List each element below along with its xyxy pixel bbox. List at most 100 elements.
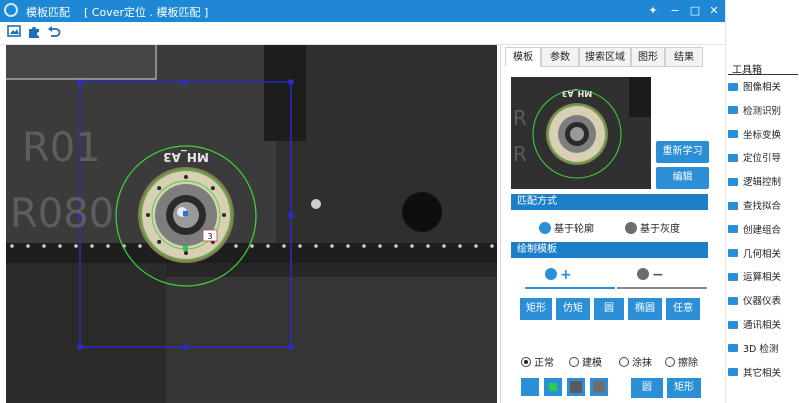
match-contour-label: 基于轮廓 [554,224,594,235]
bead [378,244,382,248]
toolbox-item[interactable]: 创建组合 [728,222,781,240]
tab-result[interactable]: 结果 [665,47,703,67]
toolbox-item[interactable]: 查找拟合 [728,198,781,216]
bead [10,244,14,248]
roi-handle[interactable] [288,212,294,218]
mode-normal-label: 正常 [534,358,554,369]
mode-erase-radio[interactable]: 擦除 [665,354,698,369]
bead [58,244,62,248]
toolbox-item-label: 查找拟合 [743,201,782,212]
mode-paint-radio[interactable]: 涂抹 [619,354,652,369]
toolbox-item[interactable]: 几何相关 [728,246,781,264]
bolt-dot [184,251,188,255]
roi-handle[interactable] [182,344,188,350]
shape-affine-rect-button[interactable]: 仿矩 [556,298,590,320]
toolbar [0,22,725,45]
bolt-dot [210,186,215,191]
toolbox-category-icon [728,272,738,281]
shape-ellipse-button[interactable]: 椭圆 [628,298,662,320]
toolbox-item[interactable]: 坐标变换 [728,127,781,145]
toolbox-item[interactable]: 其它相关 [728,365,781,383]
bolt-dot [146,213,150,217]
shape-circle-button[interactable]: 圆 [594,298,624,320]
color-swatch-dark[interactable] [567,378,585,396]
image-canvas[interactable]: R01 R080 MH_A3 3 [6,45,497,403]
thumb-part-label: MH_A3 [562,89,592,98]
toolbox-item-label: 定位引导 [743,153,782,165]
pin-icon[interactable]: ✦ [644,2,662,20]
tab-search-area[interactable]: 搜索区域 [579,47,631,67]
bead [394,244,398,248]
bead [138,244,142,248]
bead [474,244,478,248]
puzzle-icon[interactable] [26,25,42,41]
toolbox-item-label: 逻辑控制 [743,177,782,189]
bead [42,244,46,248]
toolbox-item[interactable]: 仪器仪表 [728,293,781,311]
radio-dot [619,357,629,367]
bead [26,244,30,248]
bead [346,244,350,248]
roi-handle[interactable] [182,79,188,85]
toolbox-divider [728,74,798,75]
close-icon[interactable]: ✕ [705,2,723,20]
bead [314,244,318,248]
tab-shape[interactable]: 图形 [631,47,665,67]
shape-free-button[interactable]: 任意 [666,298,700,320]
bottom-rect-button[interactable]: 矩形 [667,378,701,398]
bottom-circle-button[interactable]: 圆 [631,378,663,398]
toolbox-category-icon [728,153,738,162]
color-swatch-gray[interactable] [590,378,608,396]
color-swatch-green[interactable] [544,378,562,396]
bolt-dot [157,239,162,244]
relearn-button[interactable]: 重新学习 [656,141,709,163]
remove-region-toggle[interactable]: − [637,267,664,283]
add-underline [525,287,615,289]
maximize-icon[interactable]: □ [686,2,704,20]
match-gray-option[interactable]: 基于灰度 [625,220,680,235]
undo-icon[interactable] [46,25,62,41]
tab-params[interactable]: 参数 [541,47,579,67]
shape-rect-button[interactable]: 矩形 [520,298,552,320]
toolbox-item-label: 通讯相关 [743,320,782,331]
toolbox-item[interactable]: 3D 检测 [728,341,778,359]
svg-text:R: R [513,106,527,130]
bead [442,244,446,248]
color-swatch-blue[interactable] [521,378,539,396]
bead [106,244,110,248]
mode-paint-label: 涂抹 [632,358,652,369]
mode-model-radio[interactable]: 建模 [569,354,602,369]
bead [74,244,78,248]
minimize-icon[interactable]: − [666,2,684,20]
toolbox-item[interactable]: 运算相关 [728,269,781,287]
roi-handle[interactable] [288,344,294,350]
roi-handle[interactable] [77,344,83,350]
engraved-text-r080: R080 [10,191,114,237]
match-mode-header: 匹配方式 [511,194,708,210]
toolbox-item[interactable]: 通讯相关 [728,317,781,335]
roi-handle[interactable] [77,79,83,85]
bead [298,244,302,248]
bolt-dot [184,175,188,179]
toolbox: 工具箱 图像相关 检测识别 坐标变换 定位引导 逻辑控制 查找拟合 创建组合 几何相关 运算相关… [725,0,799,403]
bead [490,244,494,248]
image-icon[interactable] [6,25,22,41]
part-label: MH_A3 [163,149,209,164]
mode-normal-radio[interactable]: 正常 [521,354,554,369]
bead [282,244,286,248]
remove-underline [617,287,707,289]
toolbox-item[interactable]: 检测识别 [728,103,781,121]
bead [426,244,430,248]
match-contour-option[interactable]: 基于轮廓 [539,220,594,235]
toolbox-item-label: 几何相关 [743,248,782,260]
check-icon [625,222,637,234]
add-region-toggle[interactable]: + [545,267,572,283]
tab-template[interactable]: 模板 [505,47,541,67]
toolbox-item-label: 仪器仪表 [743,296,782,308]
toolbox-item[interactable]: 图像相关 [728,79,781,97]
edit-button[interactable]: 编辑 [656,167,709,189]
toolbox-item[interactable]: 逻辑控制 [728,174,781,192]
toolbox-item[interactable]: 定位引导 [728,150,781,168]
roi-handle[interactable] [288,79,294,85]
toolbox-category-icon [728,177,738,186]
